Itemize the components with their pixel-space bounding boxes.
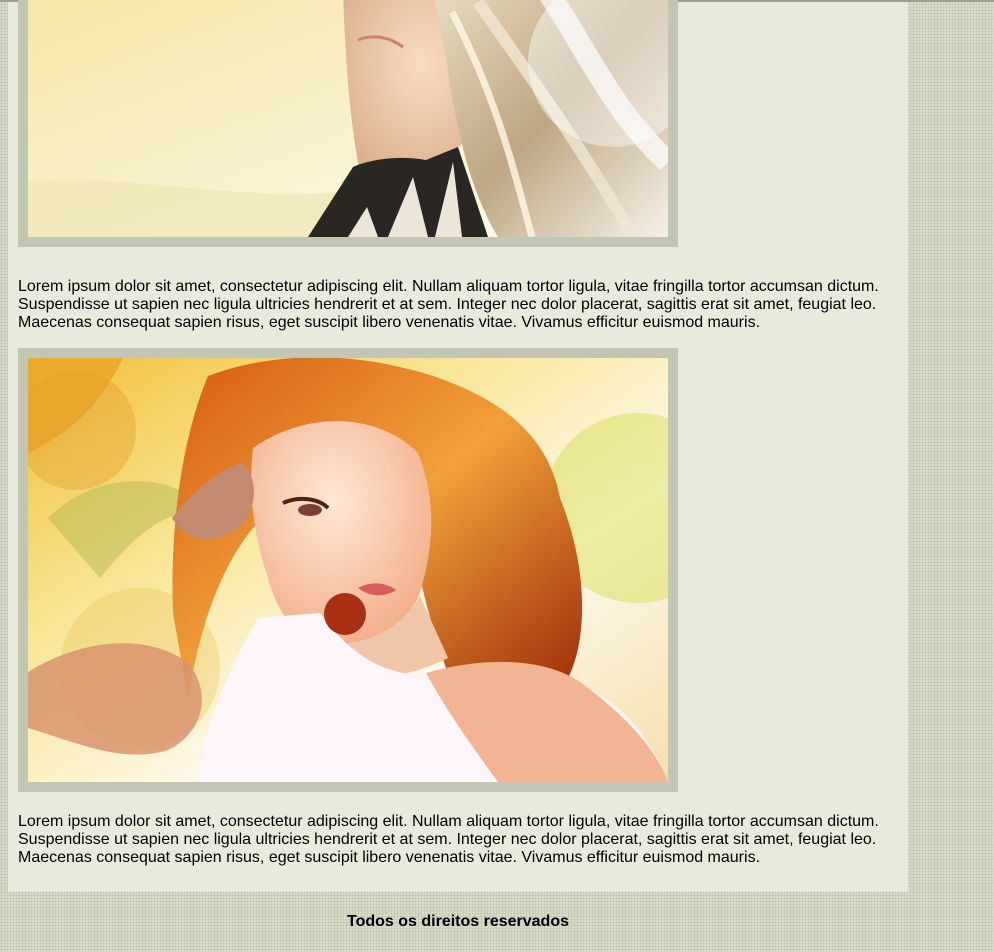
photo-redhead-woman	[28, 358, 668, 782]
photo-blonde-woman	[28, 0, 668, 237]
article-paragraph-2: Lorem ipsum dolor sit amet, consectetur …	[18, 813, 879, 866]
photo-frame-redhead	[18, 348, 678, 792]
photo-frame-blonde	[18, 0, 678, 247]
footer-copyright: Todos os direitos reservados	[347, 913, 569, 930]
article-paragraph-1: Lorem ipsum dolor sit amet, consectetur …	[18, 278, 879, 331]
main-content: Lorem ipsum dolor sit amet, consectetur …	[8, 0, 908, 892]
